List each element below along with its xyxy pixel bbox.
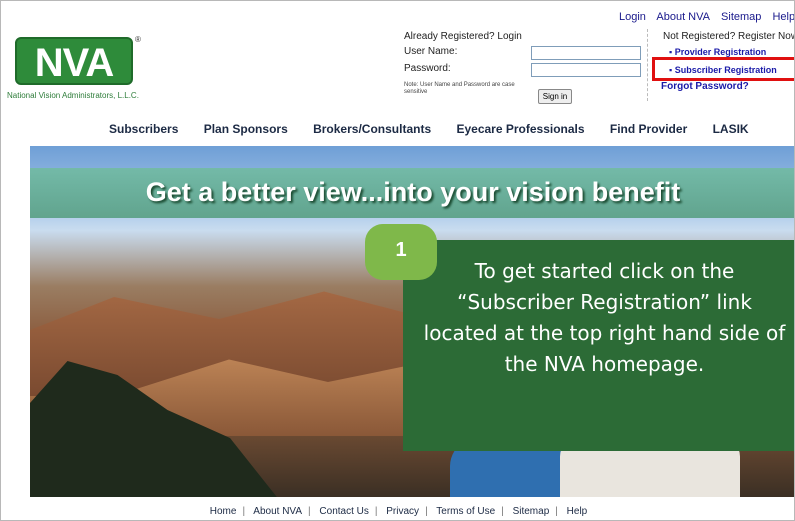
footer-about[interactable]: About NVA xyxy=(253,506,302,517)
footer-separator: | xyxy=(425,506,428,517)
nav-plan-sponsors[interactable]: Plan Sponsors xyxy=(204,122,288,136)
footer-help[interactable]: Help xyxy=(567,506,588,517)
password-label: Password: xyxy=(404,63,451,74)
main-nav: Subscribers Plan Sponsors Brokers/Consul… xyxy=(109,122,771,136)
login-title: Already Registered? Login xyxy=(404,31,522,42)
footer-contact[interactable]: Contact Us xyxy=(319,506,368,517)
step-badge: 1 xyxy=(365,224,437,280)
top-link-help[interactable]: Help xyxy=(772,11,794,23)
top-link-about[interactable]: About NVA xyxy=(656,11,710,23)
footer-links: Home | About NVA | Contact Us | Privacy | Te… xyxy=(1,506,794,517)
logo-trademark: ® xyxy=(135,35,141,44)
footer-separator: | xyxy=(308,506,311,517)
password-input[interactable] xyxy=(531,63,641,77)
footer-separator: | xyxy=(242,506,246,517)
register-title: Not Registered? Register Now xyxy=(663,31,795,42)
nav-subscribers[interactable]: Subscribers xyxy=(109,122,178,136)
footer-privacy[interactable]: Privacy xyxy=(386,506,419,517)
hero-banner: Get a better view...into your vision ben… xyxy=(30,168,794,218)
footer-separator: | xyxy=(555,506,558,517)
login-box: Already Registered? Login User Name: Pas… xyxy=(404,29,648,104)
nav-brokers-consultants[interactable]: Brokers/Consultants xyxy=(313,122,431,136)
footer-home[interactable]: Home xyxy=(210,506,237,517)
nav-lasik[interactable]: LASIK xyxy=(713,122,749,136)
footer-terms[interactable]: Terms of Use xyxy=(436,506,495,517)
case-sensitive-note: Note: User Name and Password are case se… xyxy=(404,82,515,95)
step-number: 1 xyxy=(395,239,407,261)
forgot-password-link[interactable]: Forgot Password? xyxy=(661,81,749,92)
instruction-callout: To get started click on the “Subscriber … xyxy=(403,240,794,451)
subscriber-registration-highlight xyxy=(652,57,794,81)
instruction-text: To get started click on the “Subscriber … xyxy=(423,259,786,376)
top-links: Login About NVA Sitemap Help xyxy=(619,11,794,23)
hero-banner-text: Get a better view...into your vision ben… xyxy=(145,177,681,207)
username-label: User Name: xyxy=(404,46,458,57)
logo-text: NVA xyxy=(34,41,114,85)
username-input[interactable] xyxy=(531,46,641,60)
provider-registration-link[interactable]: ▪ Provider Registration xyxy=(669,47,766,57)
footer-sitemap[interactable]: Sitemap xyxy=(513,506,550,517)
nva-logo[interactable]: NVA xyxy=(15,37,133,85)
top-link-sitemap[interactable]: Sitemap xyxy=(721,11,761,23)
footer-separator: | xyxy=(374,506,378,517)
nav-find-provider[interactable]: Find Provider xyxy=(610,122,687,136)
footer-separator: | xyxy=(501,506,504,517)
nav-eyecare-professionals[interactable]: Eyecare Professionals xyxy=(456,122,584,136)
logo-caption: National Vision Administrators, L.L.C. xyxy=(7,91,139,100)
browser-page: Login About NVA Sitemap Help NVA ® Natio… xyxy=(0,0,795,521)
top-link-login[interactable]: Login xyxy=(619,11,646,23)
sign-in-button[interactable]: Sign in xyxy=(538,89,572,104)
